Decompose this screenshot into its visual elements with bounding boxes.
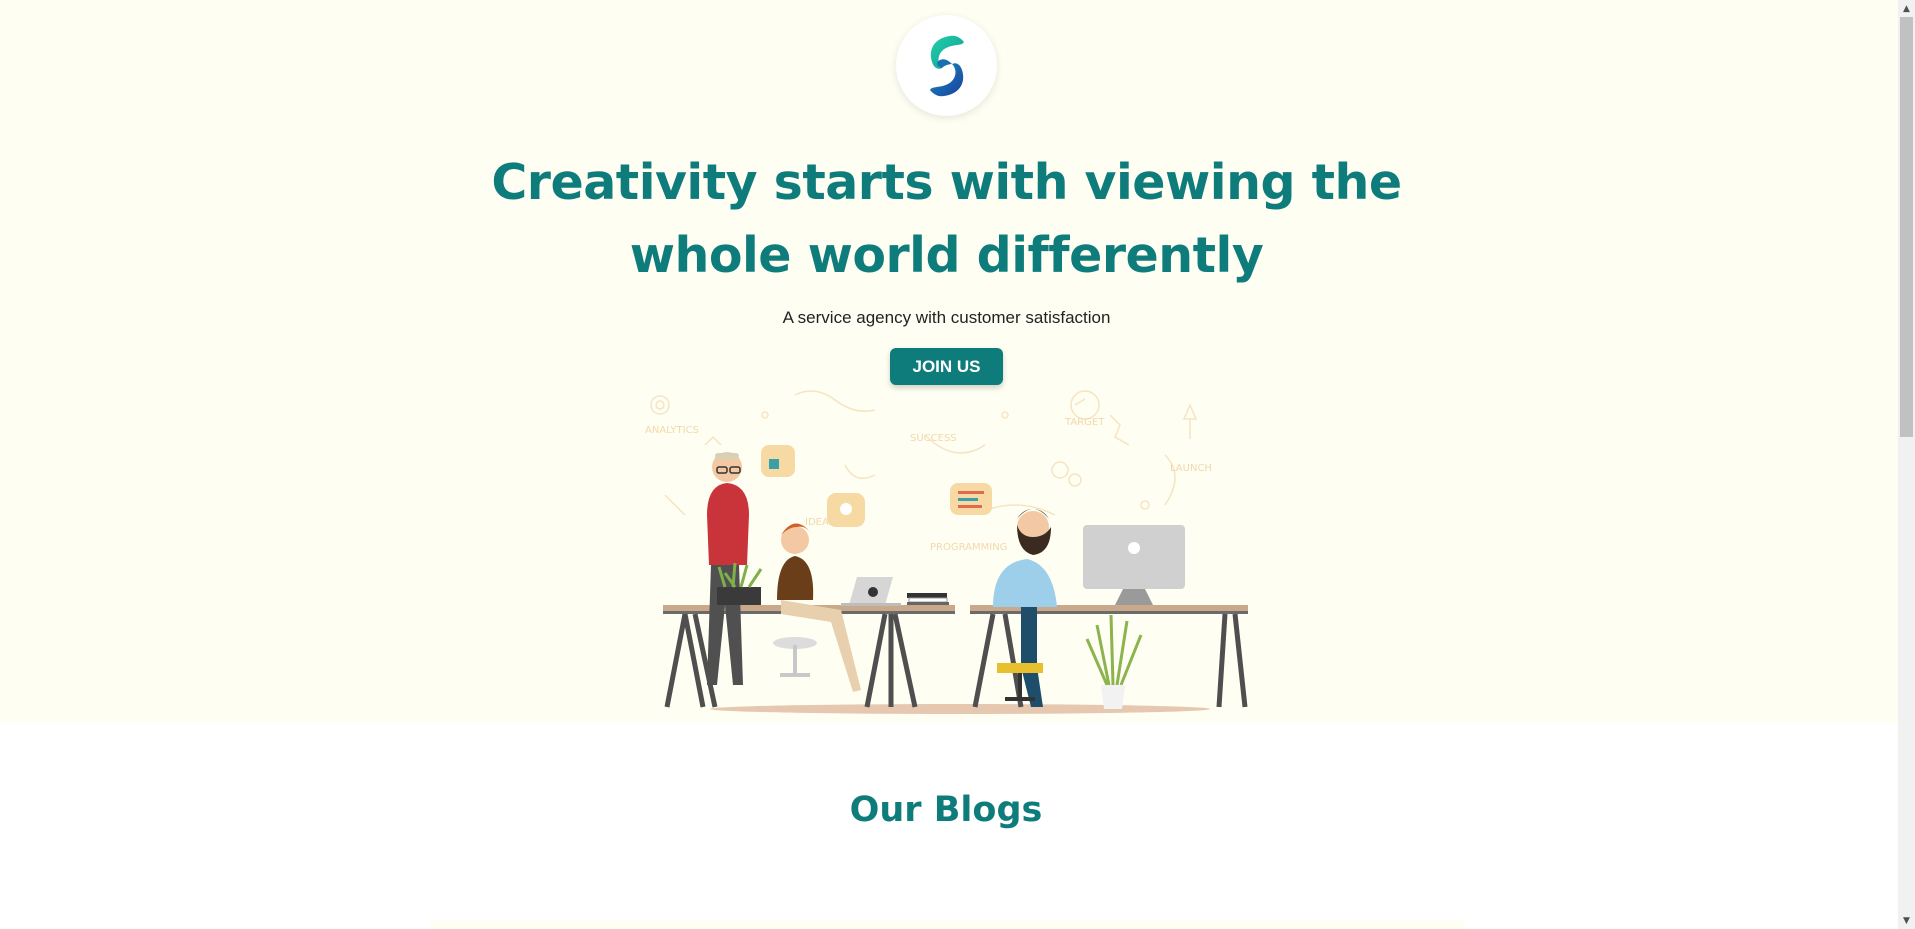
hero-section: Creativity starts with viewing the whole…	[0, 0, 1898, 723]
laptop	[841, 577, 901, 606]
page-viewport: Creativity starts with viewing the whole…	[0, 0, 1898, 929]
brand-logo[interactable]	[896, 15, 997, 116]
hero-headline: Creativity starts with viewing the whole…	[491, 154, 1402, 284]
blogs-section-title: Our Blogs	[849, 790, 1043, 830]
scroll-up-icon[interactable]: ▲	[1898, 0, 1915, 17]
floor-plant	[1085, 614, 1143, 709]
doodle-word-launch: LAUNCH	[1170, 463, 1212, 474]
vertical-scrollbar[interactable]: ▲ ▼	[1898, 0, 1915, 929]
logo-icon	[929, 35, 964, 96]
blog-card-strip	[430, 920, 1464, 929]
left-desk	[663, 605, 955, 708]
scroll-thumb[interactable]	[1900, 17, 1913, 437]
desktop-monitor	[1083, 525, 1185, 605]
standing-man	[707, 452, 749, 685]
doodle-word-success: SUCCESS	[910, 433, 957, 444]
hero-subline: A service agency with customer satisfact…	[782, 308, 1111, 327]
speech-bubbles	[761, 445, 992, 527]
doodle-word-programming: PROGRAMMING	[930, 542, 1007, 553]
book-stack	[907, 593, 949, 605]
scroll-down-icon[interactable]: ▼	[1898, 912, 1915, 929]
team-office-illustration: ANALYTICS SUCCESS TARGET LAUNCH PROGRAMM…	[645, 390, 1248, 714]
doodle-word-analytics: ANALYTICS	[645, 425, 699, 436]
doodle-word-target: TARGET	[1064, 417, 1105, 428]
floor-shadow	[710, 704, 1210, 714]
